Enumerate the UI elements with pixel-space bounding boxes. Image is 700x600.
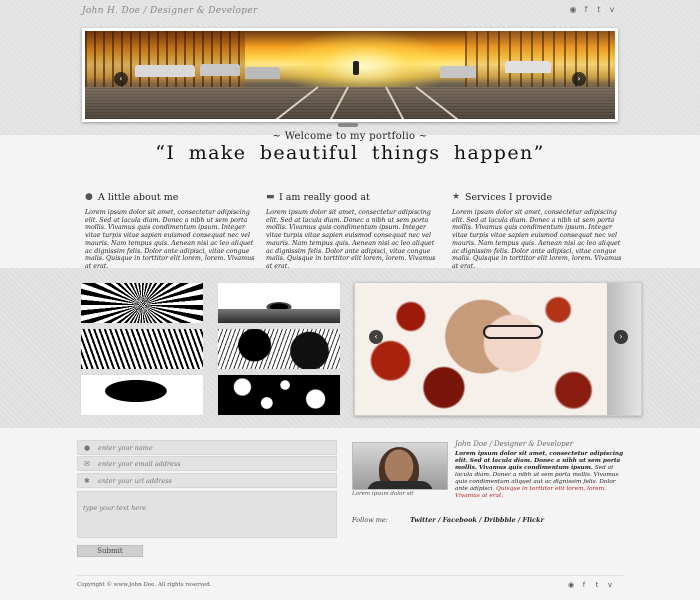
submit-button[interactable]: Submit [77,545,143,557]
gallery-thumbnail[interactable] [217,374,341,416]
mail-icon: ✉ [84,459,90,468]
featured-image[interactable] [354,282,642,416]
facebook-icon[interactable]: f [580,581,588,589]
facebook-icon[interactable]: f [582,6,590,14]
featured-side-panel [607,283,641,415]
footer-divider [77,575,623,576]
site-title[interactable]: John H. Doe / Designer & Developer [82,6,258,16]
about-text: Lorem ipsum dolor sit amet, consectetur … [455,451,625,500]
column-heading: ● A little about me [85,192,255,203]
vimeo-icon[interactable]: v [608,6,616,14]
message-textarea[interactable]: type your text here [77,491,337,538]
feature-next-arrow[interactable]: › [614,330,628,344]
avatar-body [367,481,433,489]
hero-figure [353,61,359,75]
star-icon: ★ [452,192,461,202]
gallery-thumbnail[interactable] [217,282,341,324]
hero-car [505,61,551,73]
column-title: Services I provide [465,192,553,203]
hero-prev-arrow[interactable]: ‹ [114,72,128,86]
header-social-links: ◉ f t v [569,6,616,14]
avatar-caption: Lorem ipsum dolor sit [352,491,414,497]
user-icon: ● [84,443,91,452]
url-placeholder: enter your url address [98,476,172,485]
hero-car [245,67,280,79]
featured-portrait [355,283,609,415]
hero-car [440,66,476,78]
gallery-thumbnail[interactable] [80,282,204,324]
dribbble-icon[interactable]: ◉ [569,6,577,14]
column-title: I am really good at [279,192,370,203]
hero-car [135,65,195,77]
message-placeholder: type your text here [83,504,147,512]
about-title: John Doe / Designer & Developer [455,440,574,448]
email-placeholder: enter your email address [98,459,181,468]
hero-car [200,64,240,76]
column-text: Lorem ipsum dolor sit amet, consectetur … [266,209,436,270]
twitter-icon[interactable]: t [593,581,601,589]
about-column: ● A little about me Lorem ipsum dolor si… [85,192,255,271]
skills-column: ▬ I am really good at Lorem ipsum dolor … [266,192,436,271]
chat-icon: ▬ [266,192,275,202]
url-field[interactable]: ✱ enter your url address [77,473,337,488]
column-heading: ▬ I am really good at [266,192,436,203]
avatar [352,442,448,490]
footer-social-links: ◉ f t v [567,581,614,589]
services-column: ★ Services I provide Lorem ipsum dolor s… [452,192,622,271]
email-field[interactable]: ✉ enter your email address [77,456,337,471]
name-placeholder: enter your name [98,443,153,452]
gallery-thumbnail[interactable] [80,328,204,370]
hero-next-arrow[interactable]: › [572,72,586,86]
column-text: Lorem ipsum dolor sit amet, consectetur … [452,209,622,270]
column-heading: ★ Services I provide [452,192,622,203]
vimeo-icon[interactable]: v [606,581,614,589]
dribbble-icon[interactable]: ◉ [567,581,575,589]
link-icon: ✱ [84,476,90,485]
featured-glasses [483,325,543,339]
feature-prev-arrow[interactable]: ‹ [369,330,383,344]
welcome-subtitle: ~ Welcome to my portfolio ~ [272,131,428,142]
column-text: Lorem ipsum dolor sit amet, consectetur … [85,209,255,270]
copyright: Copyright © www.John Doe. All rights res… [77,582,212,588]
column-title: A little about me [98,192,179,203]
follow-label: Follow me: [352,516,388,524]
gallery-thumbnail[interactable] [217,328,341,370]
follow-row: Follow me: Twitter / Facebook / Dribbble… [352,516,544,524]
hero-pagination[interactable] [338,123,358,127]
hero-slider [82,28,618,122]
twitter-icon[interactable]: t [595,6,603,14]
name-field[interactable]: ● enter your name [77,440,337,455]
follow-links[interactable]: Twitter / Facebook / Dribbble / Flickr [410,516,544,524]
gallery-thumbnail[interactable] [80,374,204,416]
user-icon: ● [85,192,93,202]
hero-ground [85,87,615,119]
page-tagline: “I make beautiful things happen” [155,142,545,164]
